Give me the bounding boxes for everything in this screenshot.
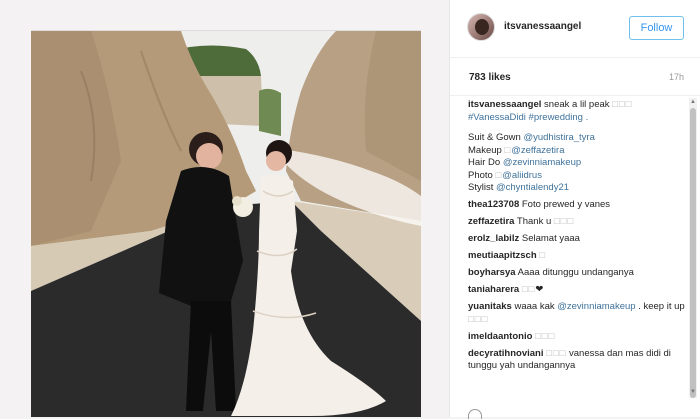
- mention-link[interactable]: @chyntialendy21: [496, 182, 569, 193]
- comment-text: waaa kak: [511, 301, 558, 312]
- post-photo[interactable]: [31, 30, 421, 417]
- post-header: itsvanessaangel Follow: [450, 0, 700, 58]
- emoji-glyph: □□: [521, 284, 536, 295]
- caption-prefix: Suit & Gown: [468, 132, 524, 143]
- comment: thea123708 Foto prewed y vanes: [468, 199, 686, 212]
- caption-line: Stylist @chyntialendy21: [468, 182, 686, 195]
- scroll-up-arrow-icon[interactable]: ▲: [689, 98, 697, 106]
- comment: yuanitaks waaa kak @zevinniamakeup . kee…: [468, 301, 686, 326]
- comment-text: . keep it up: [635, 301, 685, 312]
- caption-line: Photo □@aliidrus: [468, 170, 686, 183]
- post-details-panel: itsvanessaangel Follow 783 likes 17h its…: [449, 0, 700, 419]
- caption-line: Makeup □@zeffazetira: [468, 145, 686, 158]
- comment-author[interactable]: boyharsya: [468, 267, 516, 278]
- comment: boyharsya Aaaa ditunggu undanganya: [468, 267, 686, 280]
- caption-author[interactable]: itsvanessaangel: [468, 99, 541, 110]
- heart-icon: ❤: [535, 284, 544, 295]
- likes-count[interactable]: 783 likes: [469, 72, 511, 83]
- caption-line: Suit & Gown @yudhistira_tyra: [468, 132, 686, 145]
- comment-author[interactable]: erolz_labilz: [468, 233, 519, 244]
- caption-text: sneak a lil peak: [541, 99, 613, 110]
- comment-author[interactable]: meutiaapitzsch: [468, 250, 537, 261]
- comment-author[interactable]: thea123708: [468, 199, 519, 210]
- emoji-glyph: □□□: [612, 99, 633, 110]
- likes-row: 783 likes 17h: [450, 58, 700, 96]
- comment: meutiaapitzsch □: [468, 250, 686, 263]
- follow-button[interactable]: Follow: [629, 16, 684, 40]
- caption-prefix: Hair Do: [468, 157, 503, 168]
- emoji-glyph: □□□: [553, 216, 575, 227]
- emoji-glyph: □□□: [535, 330, 556, 342]
- comments-list: itsvanessaangel sneak a lil peak □□□ #Va…: [468, 99, 686, 417]
- comment: decyratihnoviani □□□ vanessa dan mas did…: [468, 348, 686, 373]
- emoji-glyph: □□□: [468, 313, 489, 325]
- comment-text: Thank u: [514, 216, 554, 227]
- comment-text: Aaaa ditunggu undanganya: [515, 267, 634, 278]
- comment-text: Selamat yaaa: [519, 233, 580, 244]
- post-caption: itsvanessaangel sneak a lil peak □□□ #Va…: [468, 99, 686, 195]
- comment-author[interactable]: yuanitaks: [468, 301, 512, 312]
- caption-hashtags[interactable]: #VanessaDidi #prewedding .: [468, 112, 686, 125]
- comment-author[interactable]: zeffazetira: [468, 216, 514, 227]
- comment-author[interactable]: imeldaantonio: [468, 331, 532, 342]
- comment: zeffazetira Thank u □□□: [468, 216, 686, 229]
- mention-link[interactable]: @zeffazetira: [511, 145, 564, 156]
- scrollbar-thumb[interactable]: [690, 108, 696, 398]
- mention-link[interactable]: @aliidrus: [502, 170, 542, 181]
- comment: erolz_labilz Selamat yaaa: [468, 233, 686, 246]
- comment-text: Foto prewed y vanes: [519, 199, 611, 210]
- photo-panel: [0, 0, 449, 417]
- caption-line: Hair Do @zevinniamakeup: [468, 157, 686, 170]
- like-heart-icon[interactable]: [468, 409, 482, 419]
- comment-author[interactable]: taniaharera: [468, 284, 519, 295]
- caption-prefix: Stylist: [468, 182, 496, 193]
- comment: taniaharera □□❤: [468, 284, 686, 297]
- comment-author[interactable]: decyratihnoviani: [468, 348, 544, 359]
- author-username[interactable]: itsvanessaangel: [504, 21, 581, 32]
- mention-link[interactable]: @zevinniamakeup: [557, 301, 635, 312]
- caption-prefix: Makeup: [468, 144, 505, 156]
- wedding-photo-image: [31, 31, 421, 417]
- caption-prefix: Photo: [468, 169, 496, 181]
- mention-link[interactable]: @zevinniamakeup: [503, 157, 581, 168]
- scroll-down-arrow-icon[interactable]: ▼: [689, 388, 697, 396]
- emoji-glyph: □□□: [546, 347, 567, 359]
- emoji-glyph: □: [539, 250, 547, 261]
- comment: imeldaantonio □□□: [468, 331, 686, 344]
- avatar[interactable]: [467, 13, 495, 41]
- instagram-post-window: itsvanessaangel Follow 783 likes 17h its…: [0, 0, 700, 419]
- caption-line: itsvanessaangel sneak a lil peak □□□: [468, 99, 686, 112]
- comments-scrollbar[interactable]: [689, 98, 697, 398]
- mention-link[interactable]: @yudhistira_tyra: [523, 132, 594, 143]
- post-age[interactable]: 17h: [669, 72, 684, 82]
